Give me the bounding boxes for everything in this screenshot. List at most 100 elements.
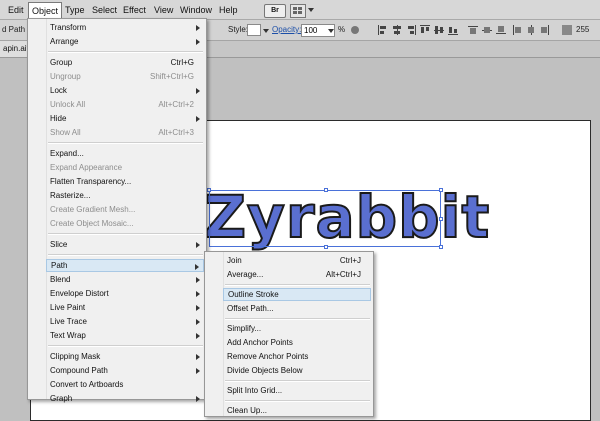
menu-item-expand[interactable]: Expand...: [46, 147, 204, 160]
menu-item-hide[interactable]: Hide: [46, 112, 204, 125]
transform-icon[interactable]: [562, 25, 572, 35]
menu-item-average[interactable]: Average... Alt+Ctrl+J: [223, 268, 371, 281]
opacity-link[interactable]: Opacity:: [272, 25, 301, 34]
submenu-arrow-icon: [196, 354, 200, 360]
submenu-arrow-icon: [196, 39, 200, 45]
selection-handle[interactable]: [439, 188, 443, 192]
menu-item-label: Slice: [50, 240, 68, 249]
selection-handle[interactable]: [439, 245, 443, 249]
menu-item-label: Add Anchor Points: [227, 338, 293, 347]
menu-item-label: Path: [51, 261, 68, 270]
style-swatch[interactable]: [247, 24, 261, 36]
menu-separator: [225, 284, 370, 286]
menu-window[interactable]: Window: [177, 3, 215, 17]
menu-item-graph[interactable]: Graph: [46, 392, 204, 405]
menu-item-label: Offset Path...: [227, 304, 274, 313]
opacity-percent: %: [338, 25, 346, 34]
menu-help[interactable]: Help: [216, 3, 241, 17]
selection-handle[interactable]: [324, 188, 328, 192]
align-top-icon[interactable]: [420, 25, 430, 35]
menu-item-clean-up[interactable]: Clean Up...: [223, 404, 371, 417]
recolor-icon[interactable]: [350, 25, 360, 35]
menu-item-label: Flatten Transparency...: [50, 177, 132, 186]
menu-item-divide-objects-below[interactable]: Divide Objects Below: [223, 364, 371, 377]
menu-item-label: Blend: [50, 275, 71, 284]
opacity-dropdown-icon[interactable]: [328, 29, 334, 33]
menu-item-clipping-mask[interactable]: Clipping Mask: [46, 350, 204, 363]
menu-item-shortcut: Ctrl+J: [339, 256, 361, 265]
menu-item-label: Simplify...: [227, 324, 262, 333]
menu-item-offset-path[interactable]: Offset Path...: [223, 302, 371, 315]
menu-item-join[interactable]: Join Ctrl+J: [223, 254, 371, 267]
menu-effect[interactable]: Effect: [120, 3, 149, 17]
distribute-bottom-icon[interactable]: [496, 25, 506, 35]
chevron-down-icon[interactable]: [308, 8, 314, 12]
menu-view[interactable]: View: [151, 3, 176, 17]
menu-item-label: Compound Path: [50, 366, 108, 375]
menu-item-flatten-transparency[interactable]: Flatten Transparency...: [46, 175, 204, 188]
menu-item-envelope-distort[interactable]: Envelope Distort: [46, 287, 204, 300]
arrange-documents-icon[interactable]: [290, 4, 306, 18]
menu-item-blend[interactable]: Blend: [46, 273, 204, 286]
submenu-arrow-icon: [196, 396, 200, 402]
align-middle-icon[interactable]: [434, 25, 444, 35]
menu-item-arrange[interactable]: Arrange: [46, 35, 204, 48]
menu-item-label: Arrange: [50, 37, 79, 46]
distribute-center-icon[interactable]: [526, 25, 536, 35]
selection-handle[interactable]: [207, 188, 211, 192]
menu-item-label: Create Gradient Mesh...: [50, 205, 136, 214]
distribute-middle-icon[interactable]: [482, 25, 492, 35]
align-right-icon[interactable]: [406, 25, 416, 35]
menu-item-label: Expand Appearance: [50, 163, 123, 172]
menu-item-rasterize[interactable]: Rasterize...: [46, 189, 204, 202]
menu-item-simplify[interactable]: Simplify...: [223, 322, 371, 335]
align-bottom-icon[interactable]: [448, 25, 458, 35]
menu-item-slice[interactable]: Slice: [46, 238, 204, 251]
menu-item-live-paint[interactable]: Live Paint: [46, 301, 204, 314]
bridge-icon[interactable]: Br: [264, 4, 286, 18]
menu-item-lock[interactable]: Lock: [46, 84, 204, 97]
menu-edit[interactable]: Edit: [5, 3, 27, 17]
menu-item-transform[interactable]: Transform: [46, 21, 204, 34]
menu-separator: [48, 51, 203, 53]
menu-item-path[interactable]: Path: [46, 259, 204, 272]
menu-separator: [48, 233, 203, 235]
selection-bounding-box[interactable]: [207, 188, 443, 249]
menu-item-label: Outline Stroke: [228, 290, 279, 299]
distribute-left-icon[interactable]: [512, 25, 522, 35]
submenu-icon-gutter: [205, 252, 224, 416]
submenu-arrow-icon: [196, 277, 200, 283]
menu-item-label: Average...: [227, 270, 264, 279]
menu-item-shortcut: Shift+Ctrl+G: [149, 72, 194, 81]
menu-item-label: Graph: [50, 394, 73, 403]
menu-item-convert-to-artboards[interactable]: Convert to Artboards: [46, 378, 204, 391]
menu-item-split-into-grid[interactable]: Split Into Grid...: [223, 384, 371, 397]
style-label: Style:: [228, 25, 249, 34]
menu-item-label: Group: [50, 58, 73, 67]
menu-separator: [48, 254, 203, 256]
menu-item-add-anchor-points[interactable]: Add Anchor Points: [223, 336, 371, 349]
menu-select[interactable]: Select: [89, 3, 120, 17]
style-dropdown-icon[interactable]: [263, 29, 269, 33]
distribute-top-icon[interactable]: [468, 25, 478, 35]
menu-item-remove-anchor-points[interactable]: Remove Anchor Points: [223, 350, 371, 363]
menu-type[interactable]: Type: [62, 3, 88, 17]
menu-item-label: Divide Objects Below: [227, 366, 303, 375]
menu-item-label: Show All: [50, 128, 81, 137]
align-left-icon[interactable]: [378, 25, 388, 35]
distribute-right-icon[interactable]: [540, 25, 550, 35]
menu-item-compound-path[interactable]: Compound Path: [46, 364, 204, 377]
menu-separator: [225, 318, 370, 320]
align-center-icon[interactable]: [392, 25, 402, 35]
selection-handle[interactable]: [324, 245, 328, 249]
menu-item-live-trace[interactable]: Live Trace: [46, 315, 204, 328]
menu-item-text-wrap[interactable]: Text Wrap: [46, 329, 204, 342]
menu-bar: Edit Object Type Select Effect View Wind…: [0, 0, 600, 21]
path-submenu-dropdown: Join Ctrl+J Average... Alt+Ctrl+J Outline St…: [204, 251, 374, 417]
menu-item-label: Clipping Mask: [50, 352, 101, 361]
object-menu-dropdown: Transform Arrange Group Ctrl+G Ungroup Shift+…: [27, 18, 207, 403]
coordinate-value: 255: [576, 25, 590, 34]
selection-handle[interactable]: [439, 217, 443, 221]
menu-item-outline-stroke[interactable]: Outline Stroke: [223, 288, 371, 301]
menu-item-group[interactable]: Group Ctrl+G: [46, 56, 204, 69]
